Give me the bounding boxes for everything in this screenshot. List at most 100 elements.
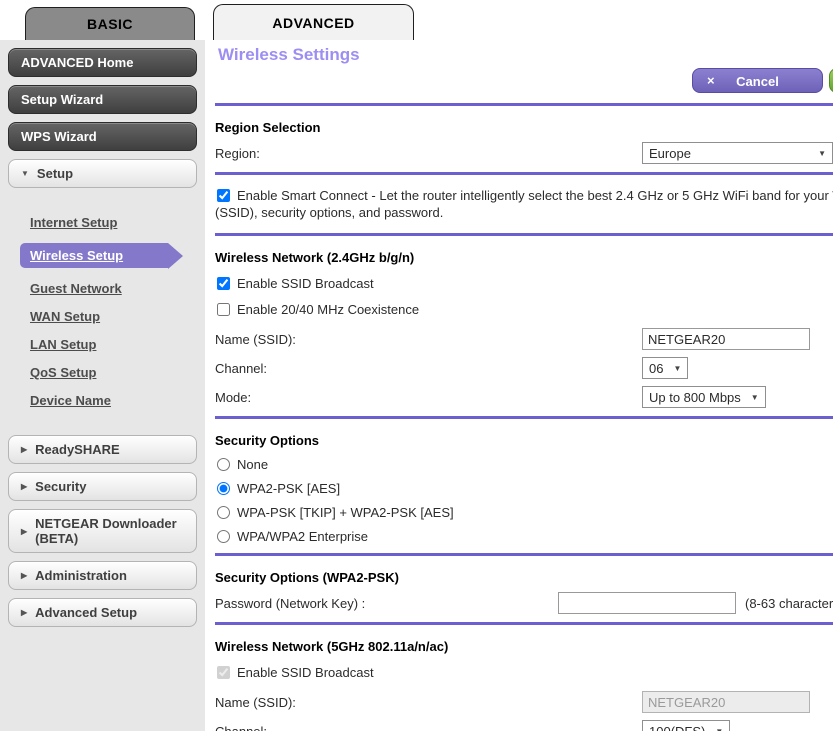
region-row: Region: Europe ▼ <box>215 142 833 164</box>
sidebar-item-wireless-setup[interactable]: Wireless Setup <box>30 248 123 263</box>
coexistence-label: Enable 20/40 MHz Coexistence <box>237 302 419 317</box>
sidebar-item-label: ReadySHARE <box>35 442 120 457</box>
apply-button[interactable] <box>829 68 833 93</box>
ssid-name-5-input <box>642 691 810 713</box>
sidebar-item-qos-setup[interactable]: QoS Setup <box>30 365 96 380</box>
channel-24-select[interactable]: 06 ▼ <box>642 357 688 379</box>
tab-basic-label: BASIC <box>87 16 133 32</box>
channel-5-row: Channel: 100(DFS) ▼ <box>215 720 833 731</box>
sidebar-item-administration[interactable]: ▶ Administration <box>8 561 197 590</box>
sidebar-item-advanced-home[interactable]: ADVANCED Home <box>8 48 197 77</box>
mode-24-label: Mode: <box>215 390 642 405</box>
password-section-heading: Security Options (WPA2-PSK) <box>215 570 833 585</box>
security-option-wpa2psk-row: WPA2-PSK [AES] <box>215 481 833 496</box>
chevron-right-icon: ▶ <box>21 482 27 491</box>
coexistence-checkbox[interactable] <box>217 303 230 316</box>
tab-basic[interactable]: BASIC <box>25 7 195 40</box>
smart-connect-line1: Enable Smart Connect - Let the router in… <box>215 187 833 204</box>
ssid-broadcast-24-row: Enable SSID Broadcast <box>215 276 833 291</box>
security-option-wpapsk-row: WPA-PSK [TKIP] + WPA2-PSK [AES] <box>215 505 833 520</box>
sidebar-item-security[interactable]: ▶ Security <box>8 472 197 501</box>
tab-advanced[interactable]: ADVANCED <box>213 4 414 40</box>
sidebar-group-label: Setup <box>37 166 73 181</box>
security-option-none-label: None <box>237 457 268 472</box>
sidebar-item-readyshare[interactable]: ▶ ReadySHARE <box>8 435 197 464</box>
security-option-none-row: None <box>215 457 833 472</box>
ssid-broadcast-24-checkbox[interactable] <box>217 277 230 290</box>
cancel-button[interactable]: × Cancel <box>692 68 823 93</box>
chevron-right-icon: ▶ <box>21 445 27 454</box>
region-select[interactable]: Europe ▼ <box>642 142 833 164</box>
channel-5-select[interactable]: 100(DFS) ▼ <box>642 720 730 731</box>
mode-24-value: Up to 800 Mbps <box>649 390 741 405</box>
dropdown-arrow-icon: ▼ <box>673 364 681 373</box>
dropdown-arrow-icon: ▼ <box>715 727 723 731</box>
security-option-wpapsk-radio[interactable] <box>217 506 230 519</box>
security-option-enterprise-row: WPA/WPA2 Enterprise <box>215 529 833 544</box>
sidebar-item-label: Security <box>35 479 86 494</box>
channel-24-value: 06 <box>649 361 663 376</box>
tab-advanced-label: ADVANCED <box>272 15 354 31</box>
ssid-name-5-label: Name (SSID): <box>215 695 642 710</box>
setup-subnav: Internet Setup Wireless Setup Guest Netw… <box>0 196 205 431</box>
channel-5-value: 100(DFS) <box>649 724 705 731</box>
divider <box>215 622 833 625</box>
region-select-value: Europe <box>649 146 691 161</box>
chevron-right-icon: ▶ <box>21 571 27 580</box>
security-option-none-radio[interactable] <box>217 458 230 471</box>
sidebar-item-wan-setup[interactable]: WAN Setup <box>30 309 100 324</box>
sidebar-item-internet-setup[interactable]: Internet Setup <box>30 215 117 230</box>
ssid-name-24-row: Name (SSID): <box>215 328 833 350</box>
security-option-enterprise-radio[interactable] <box>217 530 230 543</box>
mode-24-row: Mode: Up to 800 Mbps ▼ <box>215 386 833 408</box>
sidebar-group-setup[interactable]: ▼ Setup <box>8 159 197 188</box>
password-input[interactable] <box>558 592 736 614</box>
smart-connect-checkbox[interactable] <box>217 189 230 202</box>
region-label: Region: <box>215 146 642 161</box>
password-row: Password (Network Key) : (8-63 character… <box>215 592 833 614</box>
smart-connect-block: Enable Smart Connect - Let the router in… <box>215 187 833 221</box>
sidebar-item-label: NETGEAR Downloader (BETA) <box>35 516 184 546</box>
divider <box>215 416 833 419</box>
sidebar-item-label: ADVANCED Home <box>21 55 133 70</box>
ssid-broadcast-5-checkbox <box>217 666 230 679</box>
main-layout: ADVANCED Home Setup Wizard WPS Wizard ▼ … <box>0 40 833 731</box>
ssid-broadcast-24-label: Enable SSID Broadcast <box>237 276 374 291</box>
mode-24-select[interactable]: Up to 800 Mbps ▼ <box>642 386 766 408</box>
wireless-5ghz-heading: Wireless Network (5GHz 802.11a/n/ac) <box>215 639 833 654</box>
sidebar-item-netgear-downloader[interactable]: ▶ NETGEAR Downloader (BETA) <box>8 509 197 553</box>
chevron-right-icon: ▶ <box>21 608 27 617</box>
sidebar-item-wps-wizard[interactable]: WPS Wizard <box>8 122 197 151</box>
region-section-heading: Region Selection <box>215 120 833 135</box>
ssid-name-24-input[interactable] <box>642 328 810 350</box>
top-tab-bar: BASIC ADVANCED <box>0 0 833 40</box>
smart-connect-line2: (SSID), security options, and password. <box>215 204 833 221</box>
sidebar-item-guest-network[interactable]: Guest Network <box>30 281 122 296</box>
page-title: Wireless Settings <box>218 45 833 65</box>
chevron-down-icon: ▼ <box>21 169 29 178</box>
sidebar-item-setup-wizard[interactable]: Setup Wizard <box>8 85 197 114</box>
content-area: Wireless Settings × Cancel Region Select… <box>205 40 833 731</box>
sidebar: ADVANCED Home Setup Wizard WPS Wizard ▼ … <box>0 40 205 731</box>
dropdown-arrow-icon: ▼ <box>751 393 759 402</box>
cancel-button-label: Cancel <box>693 74 822 89</box>
channel-5-label: Channel: <box>215 724 642 731</box>
sidebar-item-lan-setup[interactable]: LAN Setup <box>30 337 96 352</box>
sidebar-item-advanced-setup[interactable]: ▶ Advanced Setup <box>8 598 197 627</box>
ssid-name-24-label: Name (SSID): <box>215 332 642 347</box>
security-option-wpa2psk-radio[interactable] <box>217 482 230 495</box>
security-option-enterprise-label: WPA/WPA2 Enterprise <box>237 529 368 544</box>
security-option-wpapsk-label: WPA-PSK [TKIP] + WPA2-PSK [AES] <box>237 505 454 520</box>
security-option-wpa2psk-label: WPA2-PSK [AES] <box>237 481 340 496</box>
channel-24-label: Channel: <box>215 361 642 376</box>
sidebar-item-wireless-setup-highlight[interactable]: Wireless Setup <box>20 243 168 268</box>
sidebar-item-label: Administration <box>35 568 127 583</box>
router-admin-page: BASIC ADVANCED ADVANCED Home Setup Wizar… <box>0 0 833 731</box>
wireless-24ghz-heading: Wireless Network (2.4GHz b/g/n) <box>215 250 833 265</box>
chevron-right-icon: ▶ <box>21 527 27 536</box>
password-label: Password (Network Key) : <box>215 596 558 611</box>
ssid-broadcast-5-label: Enable SSID Broadcast <box>237 665 374 680</box>
ssid-name-5-row: Name (SSID): <box>215 691 833 713</box>
security-options-24-heading: Security Options <box>215 433 833 448</box>
sidebar-item-device-name[interactable]: Device Name <box>30 393 111 408</box>
